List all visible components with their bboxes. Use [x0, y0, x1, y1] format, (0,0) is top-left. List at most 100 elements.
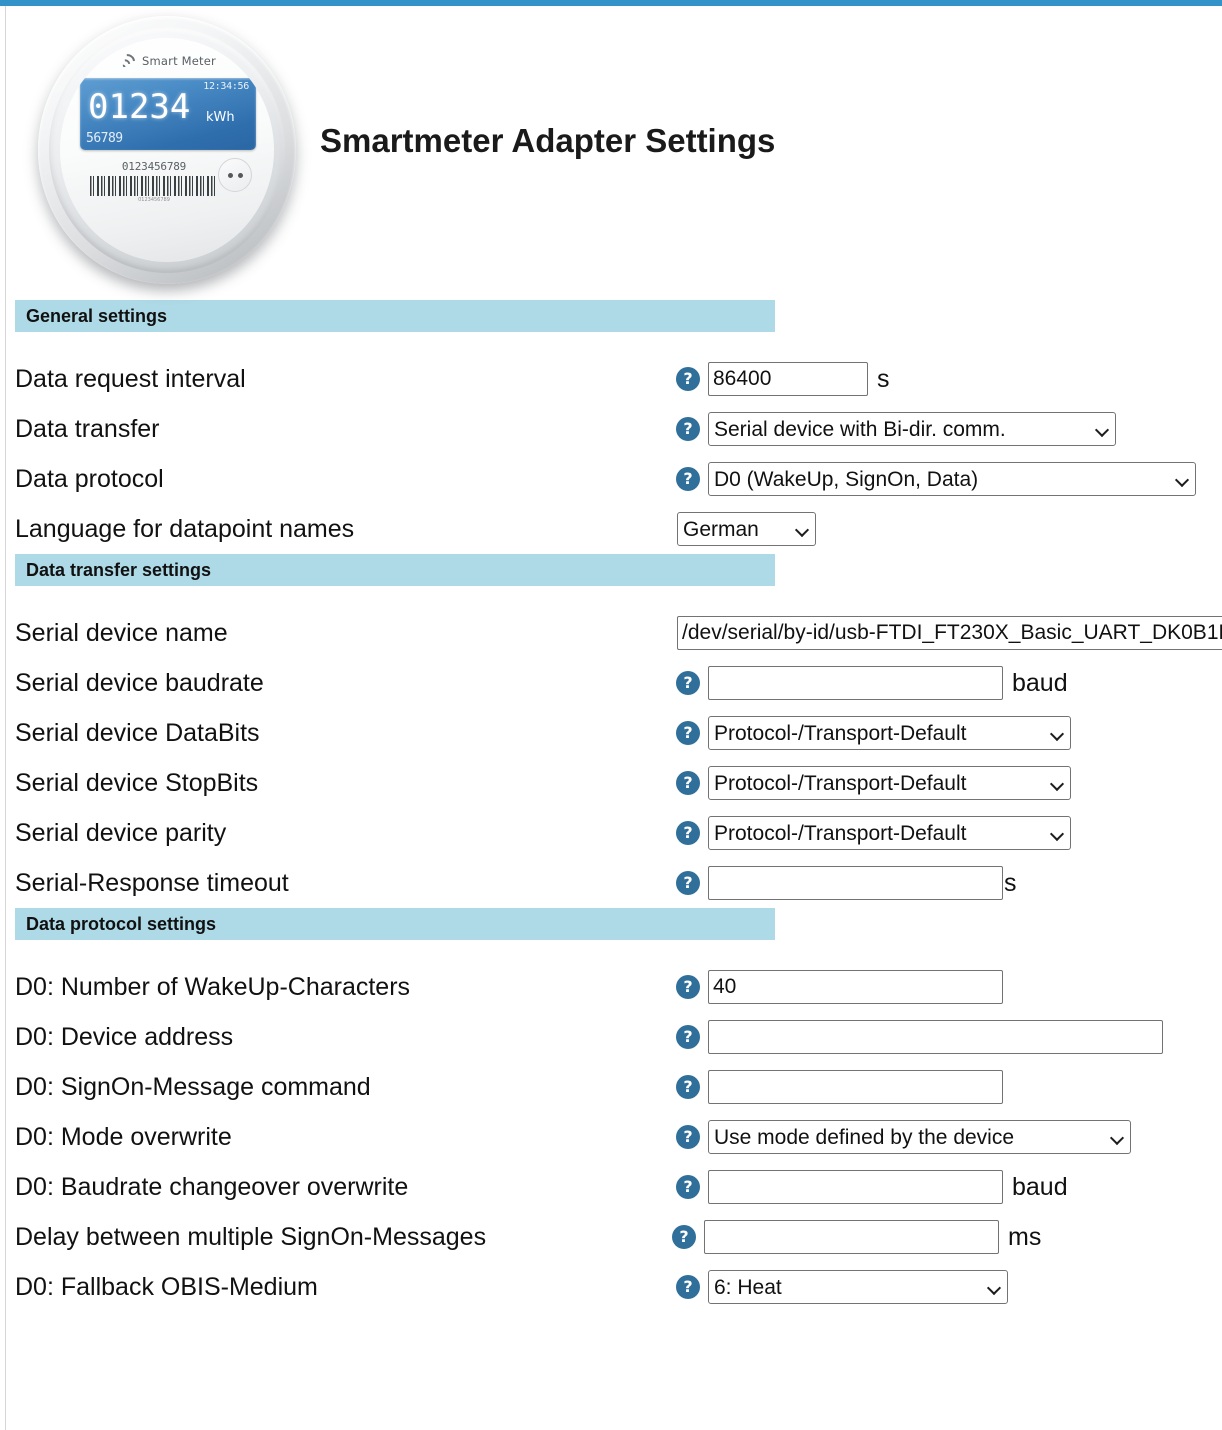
select-wrap-data-transfer: Serial device with Bi-dir. comm. — [708, 412, 1116, 446]
control-signon-delay: ? ms — [672, 1220, 1041, 1254]
row-serial-databits: Serial device DataBits ? Protocol-/Trans… — [0, 708, 1222, 758]
meter-lcd-value: 01234 — [88, 87, 191, 127]
label-data-protocol: Data protocol — [15, 464, 164, 493]
control-baudrate-changeover: ? baud — [676, 1170, 1068, 1204]
help-icon-fallback-obis[interactable]: ? — [676, 1275, 700, 1299]
label-serial-databits: Serial device DataBits — [15, 718, 260, 747]
select-data-protocol[interactable]: D0 (WakeUp, SignOn, Data) — [708, 462, 1196, 496]
page-header: Smart Meter 12:34:56 01234 kWh 56789 012… — [0, 6, 1222, 300]
label-serial-parity: Serial device parity — [15, 818, 227, 847]
control-device-address: ? — [676, 1020, 1163, 1054]
unit-baudrate-changeover: baud — [1012, 1172, 1068, 1201]
row-serial-stopbits: Serial device StopBits ? Protocol-/Trans… — [0, 758, 1222, 808]
input-serial-baudrate[interactable] — [708, 666, 1003, 700]
select-serial-stopbits[interactable]: Protocol-/Transport-Default — [708, 766, 1071, 800]
input-serial-device-name[interactable] — [677, 616, 1222, 650]
smart-meter-logo: Smart Meter 12:34:56 01234 kWh 56789 012… — [22, 8, 312, 298]
row-data-transfer: Data transfer ? Serial device with Bi-di… — [0, 404, 1222, 454]
unit-signon-delay: ms — [1008, 1222, 1042, 1251]
control-serial-device-name — [677, 616, 1222, 650]
input-device-address[interactable] — [708, 1020, 1163, 1054]
label-serial-device-name: Serial device name — [15, 618, 228, 647]
help-icon-serial-parity[interactable]: ? — [676, 821, 700, 845]
label-data-request-interval: Data request interval — [15, 364, 246, 393]
control-data-request-interval: ? s — [676, 362, 890, 396]
meter-lcd-time: 12:34:56 — [203, 81, 249, 92]
meter-brand: Smart Meter — [88, 48, 248, 74]
help-icon-serial-databits[interactable]: ? — [676, 721, 700, 745]
section-header-data-transfer-settings: Data transfer settings — [15, 554, 775, 586]
label-serial-stopbits: Serial device StopBits — [15, 768, 259, 797]
input-serial-timeout[interactable] — [708, 866, 1003, 900]
unit-serial-timeout: s — [1004, 868, 1017, 897]
help-icon-baudrate-changeover[interactable]: ? — [676, 1175, 700, 1199]
label-serial-timeout: Serial-Response timeout — [15, 868, 289, 897]
select-serial-parity[interactable]: Protocol-/Transport-Default — [708, 816, 1071, 850]
label-data-transfer: Data transfer — [15, 414, 160, 443]
input-signon-command[interactable] — [708, 1070, 1003, 1104]
label-device-address: D0: Device address — [15, 1022, 234, 1051]
label-serial-baudrate: Serial device baudrate — [15, 668, 264, 697]
page-title: Smartmeter Adapter Settings — [320, 122, 776, 159]
help-icon-serial-baudrate[interactable]: ? — [676, 671, 700, 695]
general-settings-rows: Data request interval ? s Data transfer … — [0, 332, 1222, 554]
row-fallback-obis: D0: Fallback OBIS-Medium ? 6: Heat — [0, 1262, 1222, 1312]
control-fallback-obis: ? 6: Heat — [676, 1270, 1008, 1304]
help-icon-mode-overwrite[interactable]: ? — [676, 1125, 700, 1149]
control-serial-stopbits: ? Protocol-/Transport-Default — [676, 766, 1071, 800]
barcode-icon — [90, 176, 218, 196]
control-serial-parity: ? Protocol-/Transport-Default — [676, 816, 1071, 850]
input-wakeup-chars[interactable] — [708, 970, 1003, 1004]
meter-led-indicators — [218, 158, 252, 192]
help-icon-data-protocol[interactable]: ? — [676, 467, 700, 491]
row-serial-parity: Serial device parity ? Protocol-/Transpo… — [0, 808, 1222, 858]
help-icon-wakeup-chars[interactable]: ? — [676, 975, 700, 999]
meter-barcode-caption: 0123456789 — [138, 197, 170, 203]
help-icon-signon-delay[interactable]: ? — [672, 1225, 696, 1249]
row-device-address: D0: Device address ? — [0, 1012, 1222, 1062]
label-wakeup-chars: D0: Number of WakeUp-Characters — [15, 972, 411, 1001]
select-wrap-serial-stopbits: Protocol-/Transport-Default — [708, 766, 1071, 800]
control-signon-command: ? — [676, 1070, 1003, 1104]
label-language: Language for datapoint names — [15, 514, 355, 543]
section-header-data-protocol-settings: Data protocol settings — [15, 908, 775, 940]
select-serial-databits[interactable]: Protocol-/Transport-Default — [708, 716, 1071, 750]
help-icon-device-address[interactable]: ? — [676, 1025, 700, 1049]
select-data-transfer[interactable]: Serial device with Bi-dir. comm. — [708, 412, 1116, 446]
help-icon-serial-timeout[interactable]: ? — [676, 871, 700, 895]
input-signon-delay[interactable] — [704, 1220, 999, 1254]
control-language: German — [677, 512, 816, 546]
help-icon-data-transfer[interactable]: ? — [676, 417, 700, 441]
select-wrap-language: German — [677, 512, 816, 546]
row-signon-command: D0: SignOn-Message command ? — [0, 1062, 1222, 1112]
help-icon-signon-command[interactable]: ? — [676, 1075, 700, 1099]
select-fallback-obis[interactable]: 6: Heat — [708, 1270, 1008, 1304]
row-serial-timeout: Serial-Response timeout ? s — [0, 858, 1222, 908]
help-icon-data-request-interval[interactable]: ? — [676, 367, 700, 391]
row-serial-baudrate: Serial device baudrate ? baud — [0, 658, 1222, 708]
select-wrap-data-protocol: D0 (WakeUp, SignOn, Data) — [708, 462, 1196, 496]
settings-page: Smart Meter 12:34:56 01234 kWh 56789 012… — [0, 6, 1222, 1312]
select-language[interactable]: German — [677, 512, 816, 546]
input-baudrate-changeover[interactable] — [708, 1170, 1003, 1204]
unit-data-request-interval: s — [877, 364, 890, 393]
data-transfer-settings-rows: Serial device name Serial device baudrat… — [0, 586, 1222, 908]
led-dot — [237, 172, 243, 178]
select-wrap-serial-parity: Protocol-/Transport-Default — [708, 816, 1071, 850]
section-header-general-settings: General settings — [15, 300, 775, 332]
label-mode-overwrite: D0: Mode overwrite — [15, 1122, 232, 1151]
help-icon-serial-stopbits[interactable]: ? — [676, 771, 700, 795]
control-mode-overwrite: ? Use mode defined by the device — [676, 1120, 1131, 1154]
control-serial-baudrate: ? baud — [676, 666, 1068, 700]
label-signon-command: D0: SignOn-Message command — [15, 1072, 371, 1101]
row-wakeup-chars: D0: Number of WakeUp-Characters ? — [0, 962, 1222, 1012]
row-data-protocol: Data protocol ? D0 (WakeUp, SignOn, Data… — [0, 454, 1222, 504]
label-signon-delay: Delay between multiple SignOn-Messages — [15, 1222, 487, 1251]
label-fallback-obis: D0: Fallback OBIS-Medium — [15, 1272, 318, 1301]
input-data-request-interval[interactable] — [708, 362, 868, 396]
row-serial-device-name: Serial device name — [0, 608, 1222, 658]
row-data-request-interval: Data request interval ? s — [0, 354, 1222, 404]
select-wrap-fallback-obis: 6: Heat — [708, 1270, 1008, 1304]
wifi-signal-icon — [116, 50, 139, 72]
select-mode-overwrite[interactable]: Use mode defined by the device — [708, 1120, 1131, 1154]
